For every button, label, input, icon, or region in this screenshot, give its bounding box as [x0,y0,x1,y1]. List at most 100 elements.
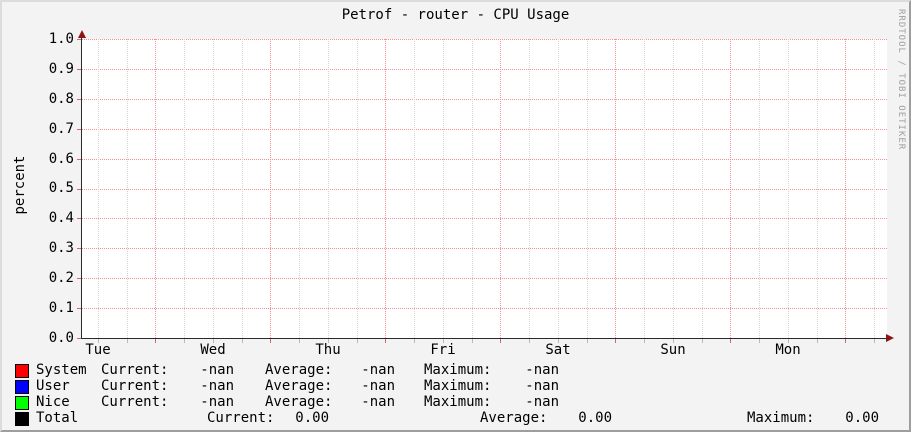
y-axis-tick [77,218,81,219]
minor-gridline-vertical [587,39,588,338]
legend-row-user: User Current: -nan Average: -nan Maximum… [2,379,909,395]
y-tick-label: 0.4 [48,210,74,226]
legend-row-system: System Current: -nan Average: -nan Maxim… [2,363,909,379]
legend-series-name: System [36,362,87,378]
minor-gridline-vertical [644,39,645,338]
legend-current-label: Current: [101,378,169,394]
minor-gridline-vertical [299,39,300,338]
minor-gridline-vertical [357,39,358,338]
major-gridline-vertical [845,39,846,338]
y-axis-title: percent [12,155,28,215]
major-gridline-horizontal [82,129,887,130]
y-tick-label: 1.0 [48,31,74,47]
x-axis-minor-tick [443,339,444,343]
x-axis-minor-tick [472,339,473,343]
minor-gridline-vertical [184,39,185,338]
x-tick-label: Mon [775,342,801,358]
major-gridline-horizontal [82,218,887,219]
x-axis-minor-tick [558,339,559,343]
major-gridline-horizontal [82,99,887,100]
legend-series-name: User [36,378,70,394]
legend-maximum-value: -nan [525,362,559,378]
y-axis-tick [77,278,81,279]
legend-maximum-label: Maximum: [747,410,815,426]
legend-average-value: -nan [361,394,395,410]
legend-swatch-user [15,380,29,394]
legend-series-name: Nice [36,394,70,410]
y-tick-label: 0.3 [48,240,74,256]
major-gridline-horizontal [82,159,887,160]
x-axis-minor-tick [759,339,760,343]
x-axis-minor-tick [357,339,358,343]
x-tick-label: Sat [545,342,571,358]
x-axis-minor-tick [242,339,243,343]
y-axis-tick [77,248,81,249]
legend-average-label: Average: [265,362,333,378]
x-tick-label: Fri [430,342,456,358]
major-gridline-vertical [615,39,616,338]
legend-maximum-label: Maximum: [424,394,492,410]
legend-row-total: Total Current: 0.00 Average: 0.00 Maximu… [2,411,909,427]
y-axis-arrow-icon [78,30,86,38]
x-tick-label: Tue [85,342,111,358]
major-gridline-vertical [730,39,731,338]
major-gridline-horizontal [82,278,887,279]
rrdtool-watermark: RRDTOOL / TOBI OETIKER [896,9,906,151]
legend-maximum-value: -nan [525,394,559,410]
legend-maximum-value: 0.00 [845,410,879,426]
minor-gridline-vertical [414,39,415,338]
y-tick-label: 0.7 [48,121,74,137]
minor-gridline-vertical [702,39,703,338]
minor-gridline-vertical [529,39,530,338]
x-tick-label: Thu [315,342,341,358]
major-gridline-horizontal [82,189,887,190]
y-axis-tick [77,189,81,190]
y-axis-tick [77,129,81,130]
y-tick-label: 0.8 [48,91,74,107]
x-axis-arrow-icon [886,334,894,342]
minor-gridline-vertical [127,39,128,338]
y-axis-tick [77,99,81,100]
x-axis-minor-tick [529,339,530,343]
x-axis-minor-tick [184,339,185,343]
y-tick-label: 0.5 [48,180,74,196]
plot-area [82,39,887,338]
minor-gridline-vertical [328,39,329,338]
x-axis-minor-tick [788,339,789,343]
legend-current-value: -nan [200,378,234,394]
legend-average-label: Average: [265,394,333,410]
rrdtool-graph: Petrof - router - CPU Usage RRDTOOL / TO… [0,0,911,432]
x-axis-major-tick [500,339,501,343]
minor-gridline-vertical [874,39,875,338]
x-axis-minor-tick [414,339,415,343]
legend-swatch-system [15,364,29,378]
legend-current-value: -nan [200,394,234,410]
y-tick-label: 0.9 [48,61,74,77]
y-axis-tick [77,39,81,40]
x-axis-minor-tick [644,339,645,343]
minor-gridline-vertical [242,39,243,338]
legend-average-value: 0.00 [578,410,612,426]
legend-average-label: Average: [265,378,333,394]
y-axis-tick [77,159,81,160]
legend-current-label: Current: [101,394,169,410]
y-axis-tick [77,338,81,339]
legend-current-label: Current: [101,362,169,378]
y-tick-label: 0.6 [48,151,74,167]
x-axis-minor-tick [673,339,674,343]
major-gridline-vertical [385,39,386,338]
minor-gridline-vertical [673,39,674,338]
x-axis-major-tick [730,339,731,343]
y-axis-tick [77,69,81,70]
legend-current-value: 0.00 [295,410,329,426]
legend-swatch-nice [15,396,29,410]
legend-swatch-total [15,412,29,426]
x-axis-minor-tick [702,339,703,343]
graph-title: Petrof - router - CPU Usage [341,7,570,23]
minor-gridline-vertical [443,39,444,338]
y-tick-label: 0.2 [48,270,74,286]
legend-average-value: -nan [361,378,395,394]
x-axis-major-tick [615,339,616,343]
legend-maximum-label: Maximum: [424,362,492,378]
x-tick-label: Sun [660,342,686,358]
